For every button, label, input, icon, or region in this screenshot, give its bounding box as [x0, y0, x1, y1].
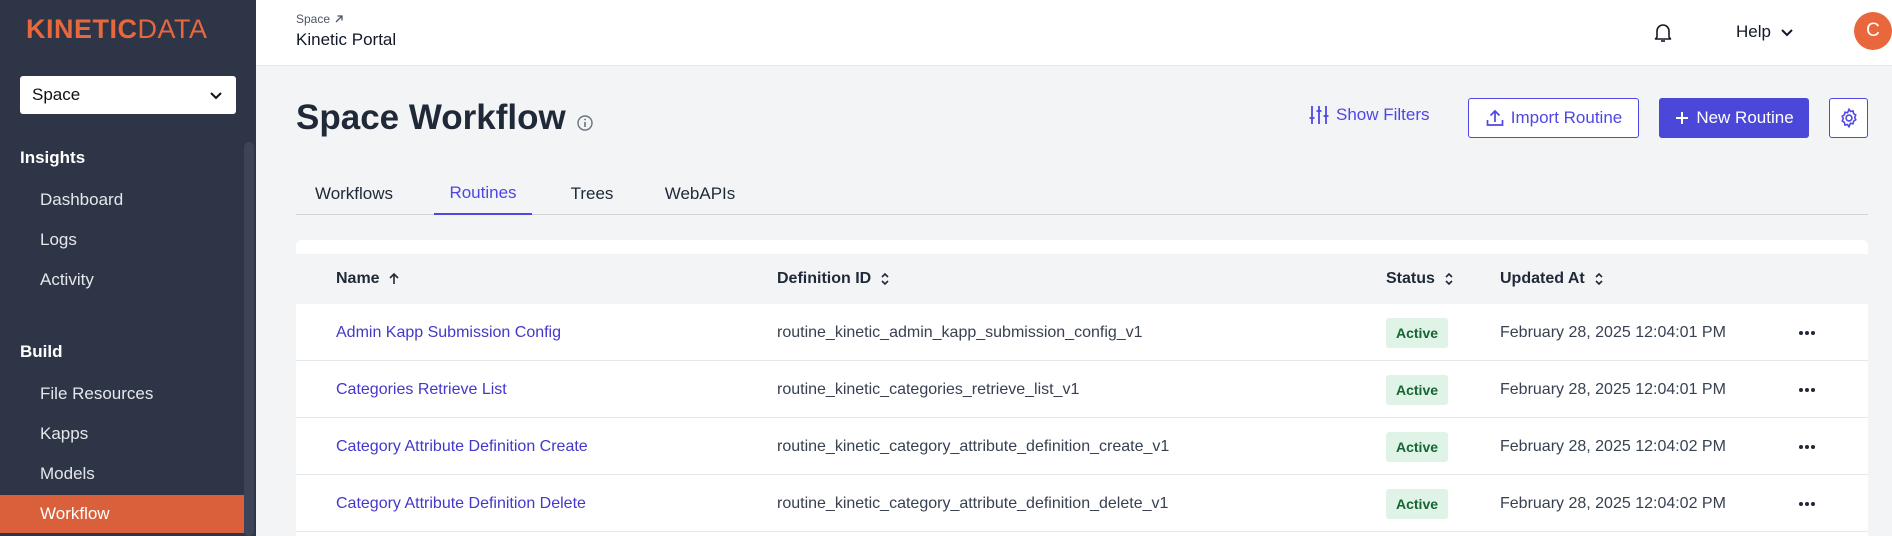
column-status-label: Status — [1386, 270, 1435, 287]
sliders-icon — [1309, 106, 1329, 124]
updated-at-cell: February 28, 2025 12:04:01 PM — [1500, 380, 1726, 398]
definition-id-cell: routine_kinetic_category_attribute_defin… — [777, 494, 1169, 512]
space-selector-value: Space — [32, 85, 81, 104]
more-horizontal-icon — [1799, 331, 1815, 335]
new-routine-label: New Routine — [1696, 108, 1794, 127]
sidebar-item-dashboard[interactable]: Dashboard — [0, 181, 244, 219]
upload-icon — [1486, 109, 1504, 126]
sidebar-item-activity[interactable]: Activity — [0, 261, 244, 299]
routine-name-link[interactable]: Category Attribute Definition Create — [336, 418, 588, 475]
sort-icon — [881, 272, 889, 286]
routine-name-link[interactable]: Category Attribute Definition Delete — [336, 475, 586, 532]
breadcrumb[interactable]: Space — [296, 12, 344, 26]
space-selector[interactable]: Space — [20, 76, 236, 114]
import-routine-button[interactable]: Import Routine — [1468, 98, 1639, 138]
breadcrumb-current: Kinetic Portal — [296, 30, 397, 49]
chevron-down-icon — [1781, 29, 1793, 37]
import-routine-label: Import Routine — [1510, 108, 1623, 127]
more-horizontal-icon — [1799, 445, 1815, 449]
avatar[interactable]: C — [1854, 12, 1892, 50]
nav-section-build: Build — [20, 342, 63, 361]
sidebar-item-logs[interactable]: Logs — [0, 221, 244, 259]
status-badge: Active — [1386, 489, 1449, 519]
row-actions-button[interactable] — [1795, 322, 1819, 344]
column-updated-at-label: Updated At — [1500, 270, 1585, 287]
table-row[interactable]: Admin Kapp Submission Config routine_kin… — [296, 304, 1868, 361]
plus-icon — [1676, 112, 1689, 124]
row-actions-button[interactable] — [1795, 436, 1819, 458]
sort-icon — [1445, 272, 1453, 286]
external-arrow-icon — [335, 15, 343, 23]
updated-at-cell: February 28, 2025 12:04:02 PM — [1500, 494, 1726, 512]
updated-at-cell: February 28, 2025 12:04:02 PM — [1500, 437, 1726, 455]
definition-id-cell: routine_kinetic_categories_retrieve_list… — [777, 380, 1080, 398]
routines-table: Name Definition ID Status Updated At Adm… — [296, 240, 1868, 536]
table-row[interactable]: Categories Retrieve List routine_kinetic… — [296, 361, 1868, 418]
definition-id-cell: routine_kinetic_category_attribute_defin… — [777, 437, 1170, 455]
sidebar: KINETICDATA Space Insights Dashboard Log… — [0, 0, 256, 536]
logo-bold-text: KINETIC — [26, 14, 138, 44]
column-header-status[interactable]: Status — [1386, 254, 1455, 304]
logo-thin-text: DATA — [137, 14, 208, 44]
row-actions-button[interactable] — [1795, 493, 1819, 515]
routine-name-link[interactable]: Admin Kapp Submission Config — [336, 304, 561, 361]
new-routine-button[interactable]: New Routine — [1659, 98, 1809, 138]
bell-icon[interactable] — [1651, 20, 1675, 44]
definition-id-cell: routine_kinetic_admin_kapp_submission_co… — [777, 323, 1143, 341]
sidebar-item-workflow[interactable]: Workflow — [0, 495, 244, 533]
chevron-down-icon — [210, 92, 222, 100]
info-icon[interactable] — [576, 114, 594, 132]
column-name-label: Name — [336, 270, 380, 287]
help-label: Help — [1736, 22, 1771, 41]
column-header-updated-at[interactable]: Updated At — [1500, 254, 1605, 304]
table-row[interactable]: Category Attribute Definition Create rou… — [296, 418, 1868, 475]
sidebar-item-file-resources[interactable]: File Resources — [0, 375, 244, 413]
show-filters-button[interactable]: Show Filters — [1308, 104, 1430, 126]
column-definition-id-label: Definition ID — [777, 270, 872, 287]
tab-routines[interactable]: Routines — [434, 172, 532, 215]
page-title: Space Workflow — [296, 98, 566, 137]
sort-icon — [1595, 272, 1603, 286]
breadcrumb-parent[interactable]: Space — [296, 12, 330, 26]
table-header: Name Definition ID Status Updated At — [296, 254, 1868, 304]
kinetic-data-logo[interactable]: KINETICDATA — [26, 14, 208, 45]
more-horizontal-icon — [1799, 502, 1815, 506]
tab-workflows[interactable]: Workflows — [296, 172, 412, 215]
sidebar-scrollbar[interactable] — [244, 142, 254, 536]
status-badge: Active — [1386, 375, 1449, 405]
sidebar-item-kapps[interactable]: Kapps — [0, 415, 244, 453]
updated-at-cell: February 28, 2025 12:04:01 PM — [1500, 323, 1726, 341]
column-header-definition-id[interactable]: Definition ID — [777, 254, 891, 304]
tab-bar: Workflows Routines Trees WebAPIs — [296, 172, 1868, 215]
sort-ascending-icon — [389, 272, 399, 284]
status-badge: Active — [1386, 318, 1449, 348]
tab-webapis[interactable]: WebAPIs — [654, 172, 746, 215]
gear-icon — [1840, 107, 1857, 129]
more-horizontal-icon — [1799, 388, 1815, 392]
row-actions-button[interactable] — [1795, 379, 1819, 401]
tab-trees[interactable]: Trees — [556, 172, 628, 215]
settings-button[interactable] — [1829, 98, 1868, 138]
help-menu[interactable]: Help — [1736, 22, 1795, 42]
column-header-name[interactable]: Name — [336, 254, 400, 304]
routine-name-link[interactable]: Categories Retrieve List — [336, 361, 507, 418]
status-badge: Active — [1386, 432, 1449, 462]
sidebar-item-models[interactable]: Models — [0, 455, 244, 493]
nav-section-insights: Insights — [20, 148, 86, 167]
top-header: Space Kinetic Portal Help C — [256, 0, 1892, 66]
table-row[interactable]: Category Attribute Definition Delete rou… — [296, 475, 1868, 532]
show-filters-label: Show Filters — [1336, 105, 1430, 124]
